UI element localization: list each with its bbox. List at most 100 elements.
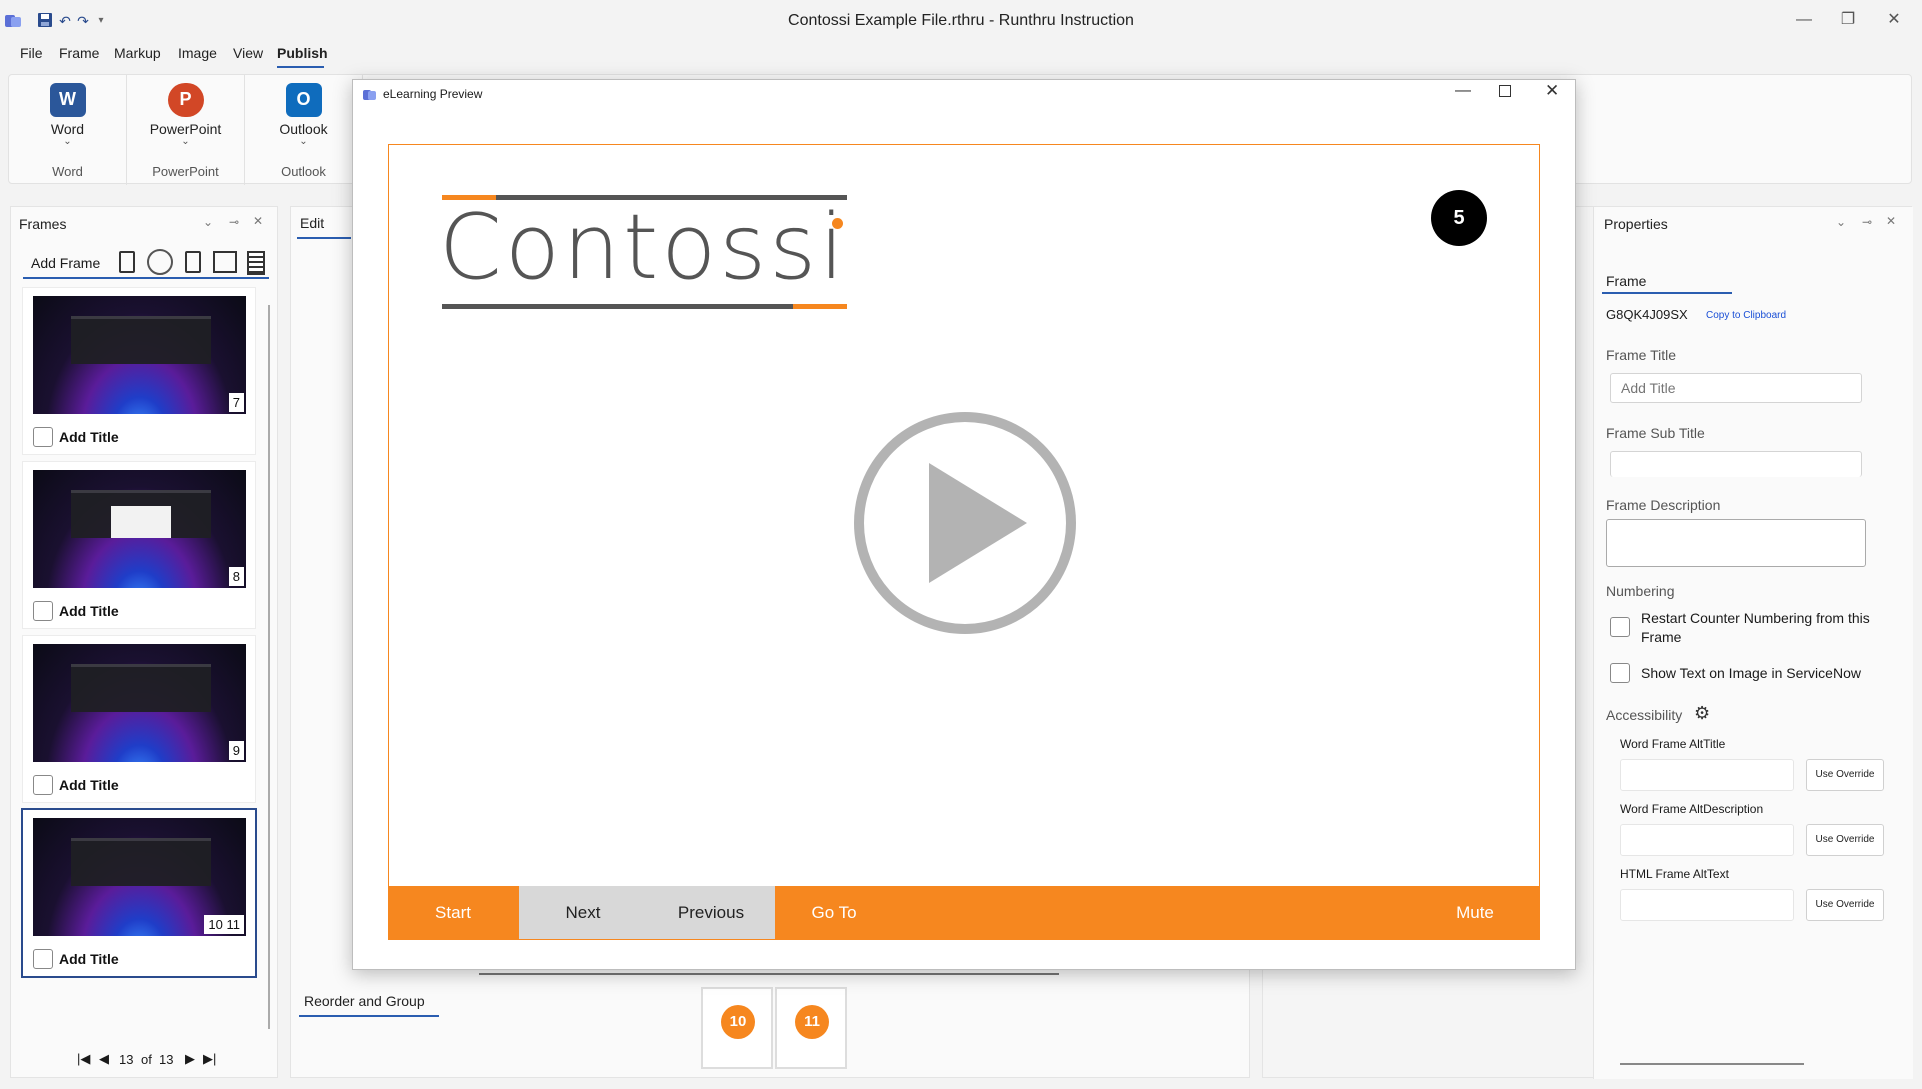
minimize-button[interactable]: — [1455, 82, 1471, 100]
group-card[interactable]: 11 [775, 987, 847, 1069]
capture-circle-icon[interactable] [147, 249, 173, 275]
powerpoint-button[interactable]: P PowerPoint ⌄ [127, 83, 244, 147]
frame-title[interactable]: Add Title [59, 603, 119, 619]
maximize-button[interactable] [1499, 85, 1511, 97]
chevron-down-icon: ⌄ [63, 136, 72, 147]
document-icon[interactable] [247, 251, 265, 275]
logo-dot [832, 218, 843, 229]
logo-accent-bottom [793, 304, 847, 309]
use-override-button[interactable]: Use Override [1806, 889, 1884, 921]
menu-frame[interactable]: Frame [59, 45, 99, 61]
capture-window-icon[interactable] [185, 251, 201, 273]
menu-view[interactable]: View [233, 45, 263, 61]
minimize-button[interactable]: — [1784, 8, 1824, 32]
menu-publish[interactable]: Publish [277, 45, 328, 61]
frame-thumbnail: 10 11 [33, 818, 246, 936]
html-alt-text-input[interactable] [1620, 889, 1794, 921]
frame-checkbox[interactable] [33, 601, 53, 621]
last-page-icon[interactable]: ▶| [203, 1051, 216, 1067]
frame-number: 8 [228, 567, 244, 586]
numbering-label: Numbering [1606, 583, 1675, 599]
powerpoint-button-label: PowerPoint [149, 121, 222, 137]
add-frame-button[interactable]: Add Frame [31, 255, 100, 271]
contossi-logo: Contossi [439, 195, 848, 300]
frame-pager: |◀ ◀ 13 of 13 ▶ ▶| [75, 1051, 225, 1069]
clipboard-icon[interactable] [119, 251, 135, 273]
active-menu-indicator [277, 66, 324, 68]
word-button[interactable]: W Word ⌄ [9, 83, 126, 147]
copy-to-clipboard-link[interactable]: Copy to Clipboard [1706, 310, 1786, 321]
frame-checkbox[interactable] [33, 427, 53, 447]
frame-card[interactable]: 7 Add Title [22, 287, 256, 455]
frame-card-selected[interactable]: 10 11 Add Title [21, 808, 257, 978]
close-button[interactable]: ✕ [1545, 81, 1559, 101]
frame-number: 10 11 [204, 915, 244, 934]
html-alt-text-label: HTML Frame AltText [1620, 867, 1729, 881]
previous-page-icon[interactable]: ◀ [99, 1051, 109, 1067]
group-card[interactable]: 10 [701, 987, 773, 1069]
powerpoint-icon: P [167, 83, 204, 117]
close-button[interactable]: ✕ [1874, 8, 1914, 32]
play-icon[interactable] [853, 411, 1077, 635]
frames-scrollbar[interactable] [268, 305, 270, 1029]
menu-markup[interactable]: Markup [114, 45, 161, 61]
chevron-down-icon[interactable]: ⌄ [1836, 215, 1846, 229]
reorder-tab-underline [299, 1015, 439, 1017]
menu-file[interactable]: File [20, 45, 43, 61]
start-button[interactable]: Start [403, 886, 503, 939]
frame-thumbnail: 9 [33, 644, 246, 762]
frame-card[interactable]: 8 Add Title [22, 461, 256, 629]
window-title: Contossi Example File.rthru - Runthru In… [788, 12, 1134, 29]
ribbon-group-label: Word [52, 164, 83, 179]
chevron-down-icon[interactable]: ⌄ [203, 215, 213, 229]
frame-subtitle-label: Frame Sub Title [1606, 425, 1705, 441]
capture-region-icon[interactable] [213, 251, 237, 273]
outlook-button-label: Outlook [279, 121, 328, 137]
previous-button[interactable]: Previous [647, 886, 775, 939]
restore-button[interactable]: ❐ [1828, 8, 1868, 32]
frame-checkbox[interactable] [33, 949, 53, 969]
ribbon-group-word: W Word ⌄ Word [9, 75, 127, 185]
close-icon[interactable]: ✕ [253, 214, 263, 228]
ribbon-group-label: Outlook [281, 164, 326, 179]
edit-tab[interactable]: Edit [300, 215, 324, 231]
frame-thumbnail: 7 [33, 296, 246, 414]
group-badge: 10 [721, 1005, 755, 1039]
restart-counter-checkbox[interactable] [1610, 617, 1630, 637]
pin-icon[interactable]: ⊸ [1862, 215, 1872, 229]
reorder-group-tab[interactable]: Reorder and Group [304, 993, 425, 1009]
ribbon-group-label: PowerPoint [152, 164, 219, 179]
next-button[interactable]: Next [519, 886, 647, 939]
close-icon[interactable]: ✕ [1886, 214, 1896, 228]
frame-title[interactable]: Add Title [59, 777, 119, 793]
frame-title[interactable]: Add Title [59, 951, 119, 967]
frame-title[interactable]: Add Title [59, 429, 119, 445]
elearning-nav-bar: Start Next Previous Go To Mute [389, 886, 1539, 939]
frame-description-input[interactable] [1606, 519, 1866, 567]
frame-subtitle-input[interactable] [1610, 451, 1862, 477]
frame-checkbox[interactable] [33, 775, 53, 795]
next-page-icon[interactable]: ▶ [185, 1051, 195, 1067]
first-page-icon[interactable]: |◀ [77, 1051, 90, 1067]
restart-counter-label: Restart Counter Numbering from this Fram… [1641, 610, 1870, 645]
menu-image[interactable]: Image [178, 45, 217, 61]
frame-card[interactable]: 9 Add Title [22, 635, 256, 803]
use-override-button[interactable]: Use Override [1806, 759, 1884, 791]
frame-tab[interactable]: Frame [1606, 273, 1646, 289]
frame-title-input[interactable] [1610, 373, 1862, 403]
use-override-button[interactable]: Use Override [1806, 824, 1884, 856]
show-text-checkbox[interactable] [1610, 663, 1630, 683]
frame-tab-underline [1602, 292, 1732, 294]
frame-number: 9 [228, 741, 244, 760]
menu-bar: File Frame Markup Image View Publish [0, 40, 1922, 68]
outlook-button[interactable]: O Outlook ⌄ [245, 83, 362, 147]
mute-button[interactable]: Mute [1425, 886, 1525, 939]
pin-icon[interactable]: ⊸ [229, 215, 239, 229]
properties-scrollbar[interactable] [1620, 1063, 1804, 1065]
word-alt-desc-input[interactable] [1620, 824, 1794, 856]
goto-button[interactable]: Go To [779, 886, 889, 939]
gear-icon[interactable]: ⚙ [1694, 703, 1710, 724]
edit-scrollbar[interactable] [479, 973, 1059, 975]
word-alt-title-input[interactable] [1620, 759, 1794, 791]
pager-current[interactable]: 13 [119, 1052, 133, 1067]
